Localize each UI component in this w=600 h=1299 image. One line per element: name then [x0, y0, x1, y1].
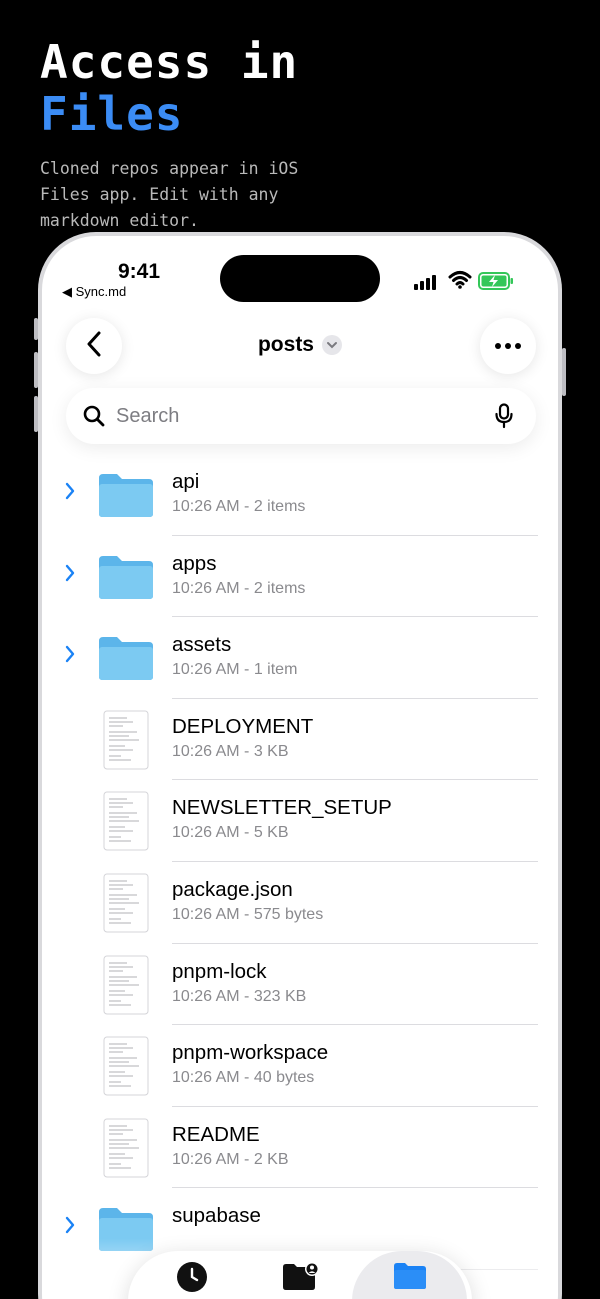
battery-charging-icon [478, 272, 514, 295]
item-meta: 10:26 AM - 2 items [172, 579, 306, 597]
file-row[interactable]: DEPLOYMENT 10:26 AM - 3 KB [42, 699, 558, 781]
item-name: assets [172, 633, 232, 657]
folder-icon [96, 630, 156, 686]
tab-bar [128, 1251, 472, 1299]
file-row[interactable]: package.json 10:26 AM - 575 bytes [42, 862, 558, 944]
document-icon [96, 1036, 156, 1096]
folder-row[interactable]: api 10:26 AM - 2 items [42, 454, 558, 536]
wifi-icon [448, 270, 472, 295]
item-name: package.json [172, 877, 293, 901]
item-meta: 10:26 AM - 2 KB [172, 1150, 289, 1168]
item-meta: 10:26 AM - 40 bytes [172, 1069, 315, 1087]
item-name: supabase [172, 1204, 261, 1228]
phone-side-button [34, 352, 38, 388]
folder-icon [392, 1261, 428, 1296]
shared-folder-icon [281, 1261, 321, 1298]
document-icon [96, 710, 156, 770]
status-time: 9:41 [118, 260, 161, 283]
dynamic-island [220, 255, 380, 302]
search-input[interactable] [116, 388, 476, 444]
chevron-right-icon[interactable] [64, 482, 76, 505]
clock-icon [176, 1261, 208, 1298]
tab-recents[interactable] [134, 1251, 249, 1299]
file-row[interactable]: pnpm-lock 10:26 AM - 323 KB [42, 944, 558, 1026]
chevron-down-icon [322, 335, 342, 355]
folder-row[interactable]: assets 10:26 AM - 1 item [42, 617, 558, 699]
item-name: NEWSLETTER_SETUP [172, 796, 392, 820]
file-row[interactable]: NEWSLETTER_SETUP 10:26 AM - 5 KB [42, 780, 558, 862]
item-name: README [172, 1122, 260, 1146]
item-meta: 10:26 AM - 575 bytes [172, 905, 324, 923]
tab-shared[interactable] [243, 1251, 358, 1299]
folder-row[interactable]: apps 10:26 AM - 2 items [42, 536, 558, 618]
phone-screen: 9:41 ◀ Sync.md posts Search api 10:26 AM… [42, 236, 558, 1299]
item-name: api [172, 470, 200, 493]
document-icon [96, 1118, 156, 1178]
phone-side-button [34, 318, 38, 340]
item-name: DEPLOYMENT [172, 714, 314, 738]
promo-subtitle: Cloned repos appear in iOS Files app. Ed… [40, 159, 299, 230]
file-list: api 10:26 AM - 2 items apps 10:26 AM - 2 it… [42, 454, 558, 1270]
folder-icon [96, 549, 156, 605]
promo-header: Access in Files Cloned repos appear in i… [40, 36, 310, 234]
status-back-link[interactable]: ◀ Sync.md [62, 284, 126, 300]
item-meta: 10:26 AM - 3 KB [172, 742, 289, 760]
promo-title-accent: Files [40, 87, 184, 141]
item-meta: 10:26 AM - 1 item [172, 661, 298, 679]
search-bar[interactable] [66, 388, 536, 444]
folder-icon [96, 467, 156, 523]
cellular-signal-icon [414, 275, 436, 290]
item-meta: 10:26 AM - 5 KB [172, 824, 289, 842]
document-icon [96, 955, 156, 1015]
item-meta: 10:26 AM - 323 KB [172, 987, 307, 1005]
item-name: pnpm-workspace [172, 1041, 329, 1065]
search-icon [82, 404, 106, 433]
ellipsis-icon [494, 337, 522, 355]
chevron-right-icon[interactable] [64, 564, 76, 587]
item-meta: 10:26 AM - 2 items [172, 498, 306, 515]
document-icon [96, 791, 156, 851]
promo-title: Access in [40, 35, 299, 89]
phone-side-button [562, 348, 566, 396]
page-title: posts [257, 333, 314, 356]
item-name: apps [172, 551, 217, 575]
more-button[interactable] [480, 318, 536, 374]
phone-frame: 9:41 ◀ Sync.md posts Search api 10:26 AM… [34, 232, 566, 1299]
microphone-icon[interactable] [494, 403, 514, 434]
chevron-right-icon[interactable] [64, 645, 76, 668]
phone-side-button [34, 396, 38, 432]
file-row[interactable]: README 10:26 AM - 2 KB [42, 1107, 558, 1189]
document-icon [96, 873, 156, 933]
chevron-right-icon[interactable] [64, 1216, 76, 1239]
file-row[interactable]: pnpm-workspace 10:26 AM - 40 bytes [42, 1025, 558, 1107]
item-name: pnpm-lock [172, 959, 267, 983]
